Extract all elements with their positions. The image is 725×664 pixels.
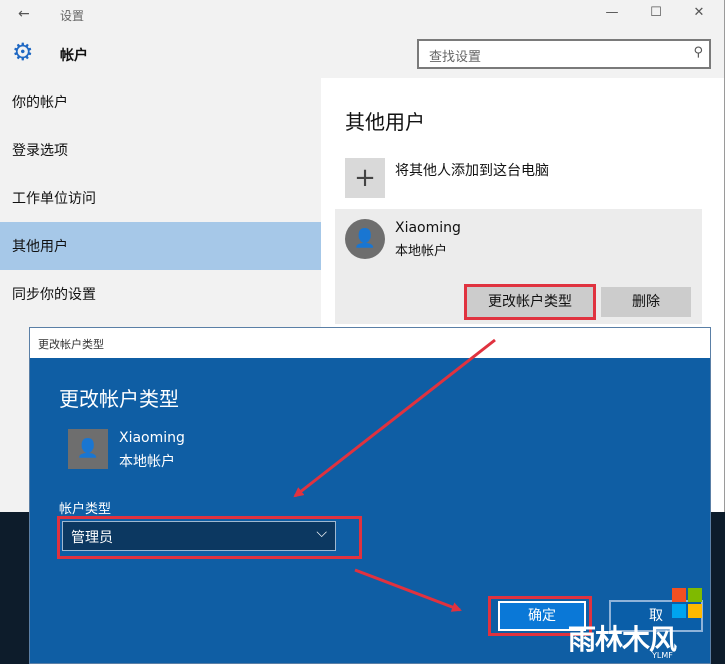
section-title: 其他用户 xyxy=(345,110,425,134)
search-placeholder: 查找设置 xyxy=(429,50,482,65)
sidebar-item-label: 你的帐户 xyxy=(12,95,68,111)
sidebar-item-work-access[interactable]: 工作单位访问 xyxy=(0,174,321,222)
sidebar-item-your-account[interactable]: 你的帐户 xyxy=(0,78,321,126)
sidebar-item-sync-settings[interactable]: 同步你的设置 xyxy=(0,270,321,318)
dialog-title-bar: 更改帐户类型 xyxy=(30,328,710,358)
user-avatar-icon: 👤 xyxy=(345,219,385,259)
dialog-window-title: 更改帐户类型 xyxy=(38,338,104,351)
change-account-type-button[interactable]: 更改帐户类型 xyxy=(464,284,596,320)
account-type-label: 帐户类型 xyxy=(59,502,112,517)
add-user-button[interactable]: + xyxy=(345,158,385,198)
add-user-label[interactable]: 将其他人添加到这台电脑 xyxy=(395,160,549,180)
sidebar-item-other-users[interactable]: 其他用户 xyxy=(0,222,321,270)
close-icon[interactable]: ✕ xyxy=(689,5,709,20)
dialog-user-account-type: 本地帐户 xyxy=(119,454,175,470)
account-type-value: 管理员 xyxy=(71,530,113,546)
title-bar: ← 设置 — ☐ ✕ xyxy=(0,0,724,30)
search-input[interactable]: 查找设置 ⚲ xyxy=(417,39,711,69)
delete-button[interactable]: 删除 xyxy=(601,287,691,317)
dialog-user-name: Xiaoming xyxy=(119,430,185,446)
maximize-icon[interactable]: ☐ xyxy=(646,5,666,20)
dialog-user-avatar-icon: 👤 xyxy=(68,429,108,469)
sidebar-item-label: 登录选项 xyxy=(12,143,68,159)
minimize-icon[interactable]: — xyxy=(602,5,622,20)
gear-icon: ⚙ xyxy=(12,38,34,66)
window-title: 设置 xyxy=(60,9,85,23)
sidebar-item-label: 同步你的设置 xyxy=(12,287,96,303)
back-arrow-icon[interactable]: ← xyxy=(18,6,30,22)
user-account-type: 本地帐户 xyxy=(395,244,448,259)
search-icon[interactable]: ⚲ xyxy=(693,45,703,60)
change-account-type-dialog: 更改帐户类型 更改帐户类型 👤 Xiaoming 本地帐户 帐户类型 管理员 ⌵… xyxy=(29,327,711,664)
user-name: Xiaoming xyxy=(395,220,461,236)
chevron-down-icon: ⌵ xyxy=(316,525,327,541)
dialog-heading: 更改帐户类型 xyxy=(59,387,179,411)
account-type-select[interactable]: 管理员 ⌵ xyxy=(62,521,336,551)
sidebar-item-label: 其他用户 xyxy=(12,239,68,255)
sidebar-item-sign-in-options[interactable]: 登录选项 xyxy=(0,126,321,174)
sidebar-item-label: 工作单位访问 xyxy=(12,191,96,207)
watermark-logo-icon xyxy=(672,588,702,618)
page-title: 帐户 xyxy=(60,48,88,64)
watermark-sub: YLMF xyxy=(652,651,673,660)
